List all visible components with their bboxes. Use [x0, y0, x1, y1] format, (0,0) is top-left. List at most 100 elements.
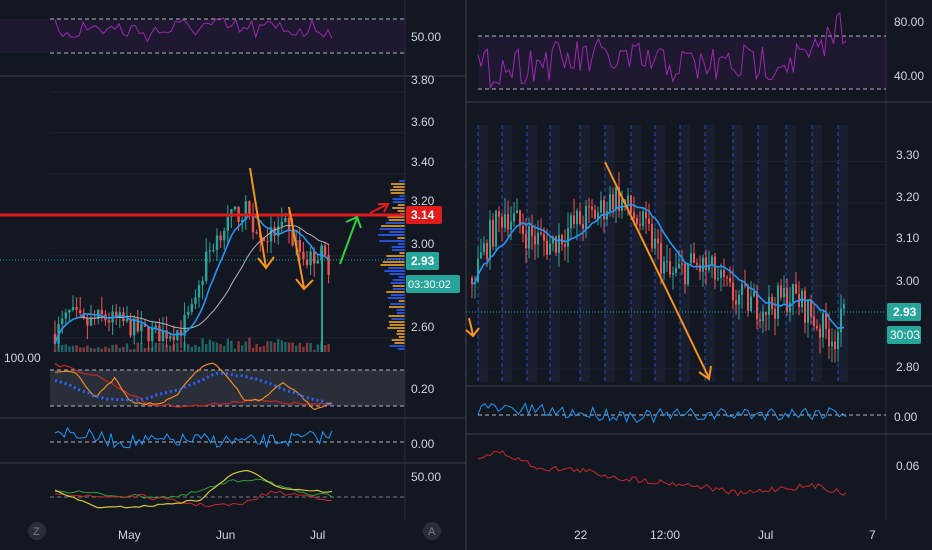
- candle-body: [813, 316, 815, 326]
- left-price-axis-label: 2.60: [411, 320, 435, 334]
- volume-profile-bar: [390, 303, 405, 305]
- volume-bar: [262, 346, 265, 352]
- session-shade: [580, 125, 590, 382]
- volume-profile-bar: [396, 333, 405, 335]
- candle-body: [61, 318, 64, 325]
- trading-chart-workspace: 50.00 3.80 3.60 3.40 3.20 3.00 2.60 3.14…: [0, 0, 932, 550]
- volume-bar: [284, 341, 287, 352]
- candle-body: [546, 240, 548, 255]
- volume-profile-bar: [389, 324, 405, 326]
- volume-bar: [143, 348, 147, 352]
- candle-body: [125, 318, 129, 322]
- volume-profile-bar: [382, 261, 405, 263]
- session-shade: [733, 125, 743, 382]
- candle-body: [537, 232, 539, 245]
- candle-body: [786, 288, 788, 312]
- volume-bar: [140, 342, 143, 352]
- right-time-label: 22: [574, 528, 588, 542]
- volume-profile-bar: [384, 270, 405, 272]
- candle-body: [714, 256, 716, 280]
- candle-body: [816, 325, 818, 329]
- volume-bar: [86, 345, 89, 352]
- volume-profile-bar: [380, 225, 405, 227]
- session-shade: [758, 125, 768, 382]
- candle-body: [226, 217, 229, 231]
- left-price-axis-label: 3.00: [411, 237, 435, 251]
- candle-body: [287, 217, 291, 230]
- candle-body: [266, 241, 269, 243]
- candle-body: [255, 232, 258, 234]
- candle-body: [777, 285, 779, 319]
- volume-profile-bar: [392, 285, 405, 287]
- volume-bar: [219, 344, 222, 352]
- candle-body: [747, 285, 749, 312]
- volume-bar: [230, 340, 233, 352]
- left-adx-axis-label: 50.00: [411, 470, 441, 484]
- volume-bar: [327, 343, 330, 352]
- candle-body: [309, 251, 312, 266]
- candle-body: [582, 224, 584, 229]
- volume-bar: [259, 346, 262, 352]
- candle-body: [660, 243, 662, 274]
- candle-body: [720, 270, 722, 279]
- candle-body: [100, 309, 103, 315]
- candle-body: [663, 261, 665, 274]
- volume-bar: [215, 342, 219, 352]
- volume-bar: [176, 342, 179, 352]
- right-price-axis-label: 3.30: [896, 148, 920, 162]
- volume-bar: [118, 347, 121, 352]
- candle-body: [89, 317, 93, 326]
- volume-bar: [190, 346, 193, 352]
- volume-profile-bar: [390, 192, 405, 194]
- candle-body: [140, 323, 143, 332]
- volume-profile-bar: [398, 300, 405, 302]
- candle-body: [510, 221, 512, 230]
- volume-profile-bar: [388, 315, 405, 317]
- volume-bar: [133, 348, 136, 352]
- candle-body: [489, 220, 491, 260]
- right-price-label: 2.93: [893, 305, 917, 319]
- candle-body: [711, 256, 713, 265]
- volume-bar: [111, 344, 114, 352]
- volume-profile-bar: [397, 330, 405, 332]
- volume-profile-bar: [397, 237, 405, 239]
- right-price-axis-label: 3.00: [896, 274, 920, 288]
- left-stoch-axis-label: 0.20: [411, 382, 435, 396]
- left-stoch-axis-label: 100.00: [4, 351, 41, 365]
- volume-bar: [93, 348, 96, 352]
- volume-profile-bar: [396, 309, 405, 311]
- candle-body: [759, 319, 761, 322]
- volume-bar: [287, 342, 291, 352]
- candle-body: [633, 212, 635, 219]
- volume-bar: [291, 342, 294, 352]
- candle-body: [567, 228, 569, 247]
- volume-profile-bar: [399, 180, 405, 182]
- session-shade: [838, 125, 848, 382]
- right-auto-badge-label: A: [428, 526, 436, 538]
- candle-body: [636, 218, 638, 224]
- candle-body: [543, 234, 545, 241]
- volume-profile-bar: [386, 255, 405, 257]
- volume-bar: [323, 344, 327, 352]
- candle-body: [531, 226, 533, 236]
- volume-bar: [104, 346, 107, 352]
- candle-body: [86, 317, 89, 326]
- right-price-axis-label: 3.10: [896, 231, 920, 245]
- volume-bar: [75, 345, 78, 352]
- volume-bar: [302, 346, 305, 352]
- right-countdown-label: 30:03: [890, 328, 920, 342]
- volume-profile-bar: [393, 186, 405, 188]
- session-shade: [631, 125, 641, 382]
- candle-body: [187, 311, 190, 315]
- volume-bar: [266, 341, 269, 352]
- right-time-label: 7: [869, 528, 876, 542]
- candle-body: [534, 235, 536, 245]
- candle-body: [825, 313, 827, 329]
- candle-body: [504, 214, 506, 228]
- candle-body: [483, 243, 485, 253]
- candle-body: [579, 210, 581, 225]
- candle-body: [498, 211, 500, 217]
- candle-body: [215, 235, 219, 251]
- volume-profile-bar: [397, 348, 405, 350]
- volume-profile-bar: [392, 288, 405, 290]
